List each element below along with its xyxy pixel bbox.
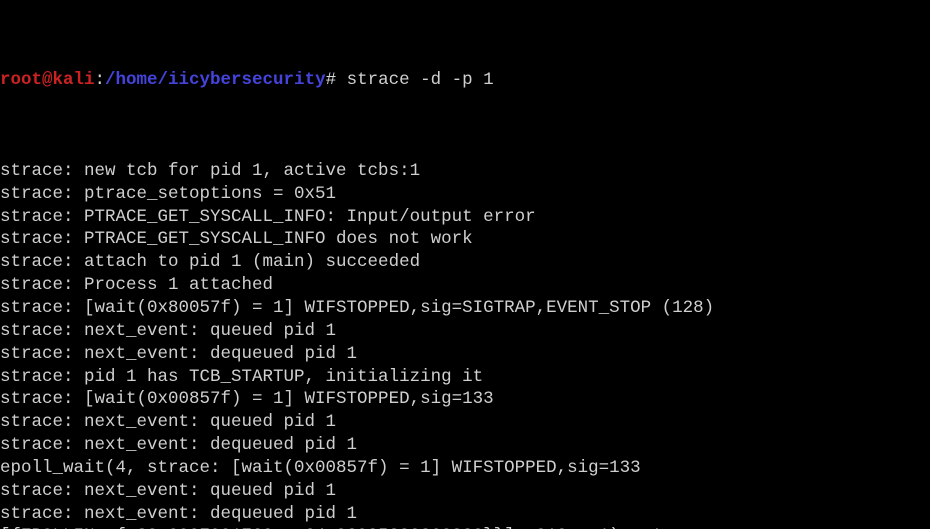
- prompt-separator: :: [94, 69, 106, 90]
- terminal-output-line: strace: pid 1 has TCB_STARTUP, initializ…: [0, 366, 484, 387]
- terminal-output-line: strace: next_event: dequeued pid 1: [0, 503, 358, 524]
- terminal-output-line: strace: next_event: dequeued pid 1: [0, 435, 358, 456]
- terminal-output-line: strace: PTRACE_GET_SYSCALL_INFO: Input/o…: [0, 206, 536, 227]
- terminal-output: strace: new tcb for pid 1, active tcbs:1…: [0, 160, 930, 529]
- terminal-output-line: strace: next_event: dequeued pid 1: [0, 343, 358, 364]
- terminal-output-line: strace: next_event: queued pid 1: [0, 320, 337, 341]
- prompt-command: strace -d -p 1: [336, 69, 494, 90]
- terminal-output-line: strace: new tcb for pid 1, active tcbs:1: [0, 160, 421, 181]
- terminal-output-line: strace: Process 1 attached: [0, 275, 274, 296]
- prompt-path: /home/iicybersecurity: [105, 69, 326, 90]
- terminal-output-line: strace: next_event: queued pid 1: [0, 412, 337, 433]
- terminal-output-line: strace: [wait(0x00857f) = 1] WIFSTOPPED,…: [0, 389, 494, 410]
- prompt-user-host: root@kali: [0, 69, 95, 90]
- terminal-output-line: strace: ptrace_setoptions = 0x51: [0, 183, 337, 204]
- terminal-output-line: strace: attach to pid 1 (main) succeeded: [0, 252, 421, 273]
- terminal-output-line: strace: [wait(0x80057f) = 1] WIFSTOPPED,…: [0, 297, 715, 318]
- terminal-window[interactable]: root@kali:/home/iicybersecurity# strace …: [0, 0, 930, 529]
- terminal-screen[interactable]: root@kali:/home/iicybersecurity# strace …: [0, 0, 930, 529]
- terminal-prompt-line: root@kali:/home/iicybersecurity# strace …: [0, 69, 930, 92]
- terminal-output-line: strace: next_event: queued pid 1: [0, 480, 337, 501]
- prompt-sigil: #: [325, 69, 337, 90]
- terminal-output-line: [{EPOLLIN, {u32=2907991760, u64=93985382…: [0, 525, 930, 529]
- terminal-output-line: strace: PTRACE_GET_SYSCALL_INFO does not…: [0, 229, 473, 250]
- terminal-output-line: epoll_wait(4, strace: [wait(0x00857f) = …: [0, 457, 641, 478]
